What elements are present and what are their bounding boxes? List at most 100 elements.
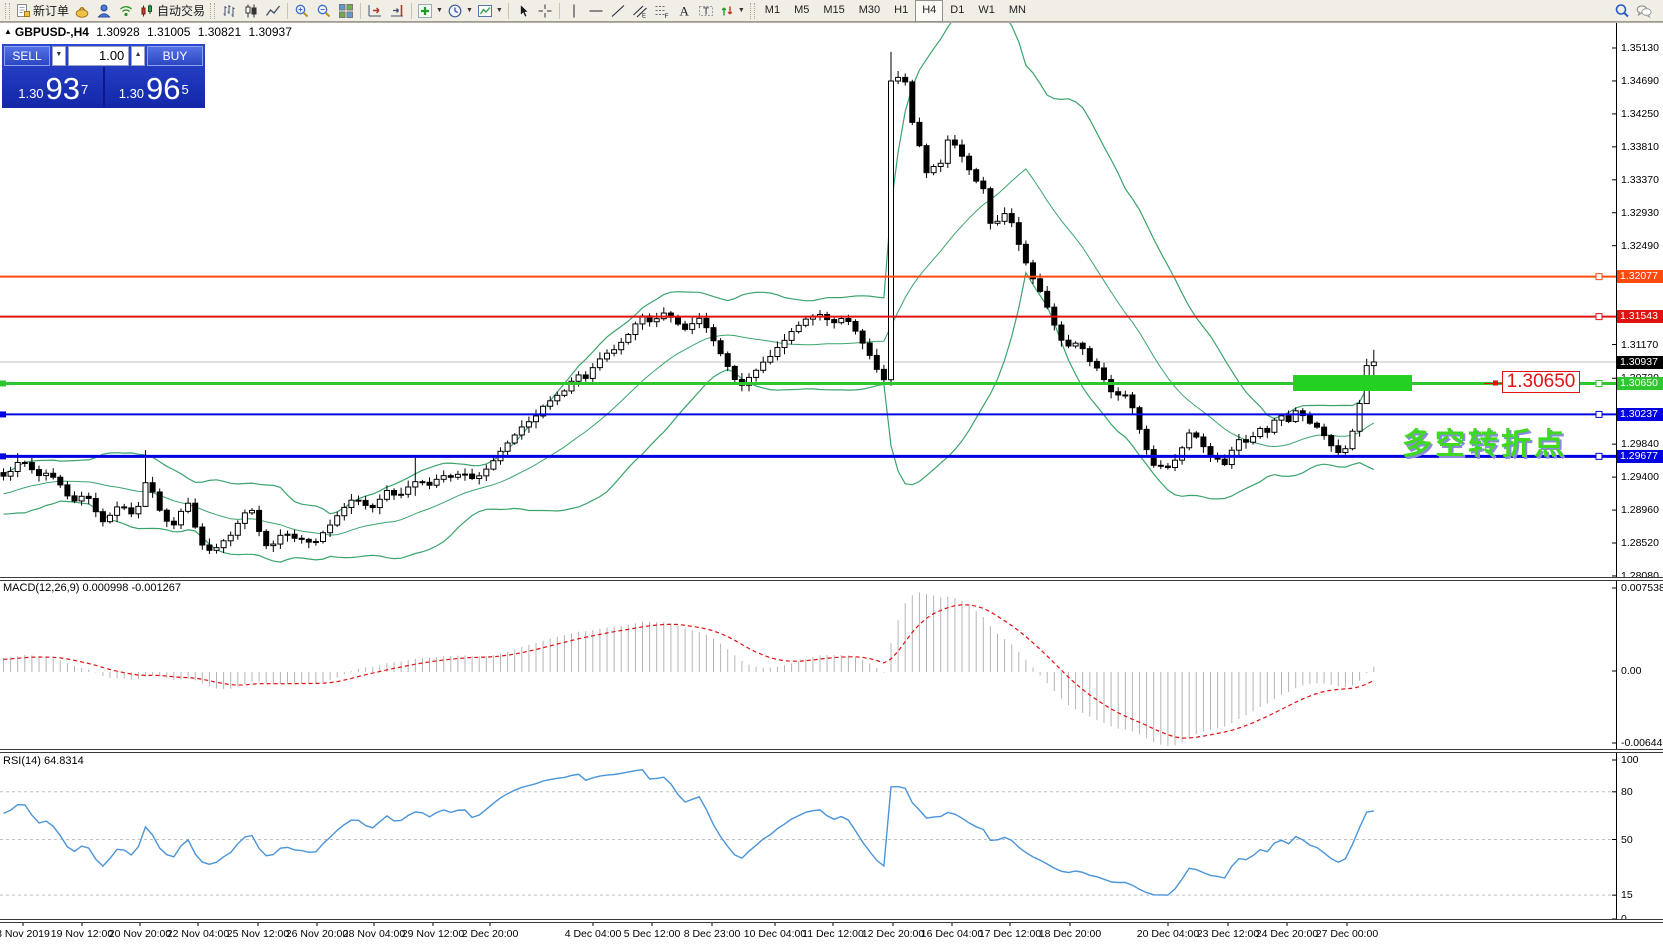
tile-windows-button[interactable]	[335, 1, 357, 21]
autotrading-button[interactable]: 自动交易	[137, 1, 207, 21]
rsi-axis-label: 15	[1621, 889, 1633, 901]
trendline-button[interactable]	[607, 1, 629, 21]
price-tick-label: 1.28520	[1621, 537, 1659, 549]
hline-icon	[588, 3, 604, 19]
chart-text-annotation[interactable]: 多空转折点	[1402, 419, 1567, 463]
new-order-button[interactable]: 新订单	[13, 1, 71, 21]
equidistant-channel-button[interactable]: E	[629, 1, 651, 21]
time-axis-label: 4 Dec 04:00	[565, 928, 622, 940]
time-axis-label: 17 Dec 12:00	[979, 928, 1041, 940]
candlesticks	[1, 52, 1376, 554]
insert-indicator-dropdown-icon[interactable]: ▼	[436, 7, 443, 14]
rsi-value: 64.8314	[44, 755, 84, 767]
candlestick-chart-button[interactable]	[240, 1, 262, 21]
crosshair-button[interactable]	[534, 1, 556, 21]
volume-increase-button[interactable]: ▲	[131, 46, 145, 66]
buy-button[interactable]: BUY	[147, 46, 203, 66]
toolbar-grip	[750, 3, 755, 19]
periods-button[interactable]: ▼	[445, 1, 475, 21]
accounts-button[interactable]	[93, 1, 115, 21]
rsi-line	[4, 770, 1374, 895]
bar-icon	[221, 3, 237, 19]
price-tick-label: 1.29840	[1621, 438, 1659, 450]
auto-scroll-button[interactable]	[364, 1, 386, 21]
ohlc-close: 1.30937	[248, 25, 291, 39]
timeframe-m30-button[interactable]: M30	[852, 0, 887, 22]
zoom-in-button[interactable]	[291, 1, 313, 21]
toolbar-separator	[287, 3, 288, 19]
signals-button[interactable]	[115, 1, 137, 21]
timeframe-m15-button[interactable]: M15	[816, 0, 851, 22]
macd-rsi-separator[interactable]	[0, 749, 1663, 753]
main-toolbar: 新订单 自动交易 ▼ ▼ ▼ EFAT ▼ M1M5M15M30H1H4D1W1MN	[0, 0, 1663, 22]
rsi-axis-label: 80	[1621, 786, 1633, 798]
price-badge-132077: 1.32077	[1617, 270, 1663, 283]
quote-panel-toggle-icon[interactable]: ▲	[4, 27, 12, 36]
cursor-button[interactable]	[512, 1, 534, 21]
timeframe-d1-button[interactable]: D1	[943, 0, 971, 22]
toolbar-separator	[360, 3, 361, 19]
toolbar-separator	[508, 3, 509, 19]
templates-button[interactable]: ▼	[475, 1, 505, 21]
macd-name: MACD(12,26,9)	[3, 582, 79, 594]
time-axis-label: 28 Nov 04:00	[343, 928, 405, 940]
time-axis-label: 22 Nov 04:00	[167, 928, 229, 940]
time-axis-label: 25 Nov 12:00	[227, 928, 289, 940]
sell-button[interactable]: SELL	[4, 46, 50, 66]
text-label-button[interactable]: T	[695, 1, 717, 21]
autotrading-icon	[139, 3, 155, 19]
line-chart-button[interactable]	[262, 1, 284, 21]
price-level-label[interactable]: 1.30650	[1502, 371, 1580, 393]
templates-dropdown-icon[interactable]: ▼	[496, 7, 503, 14]
arrows-dropdown-icon[interactable]: ▼	[738, 7, 745, 14]
volume-input[interactable]: 1.00	[68, 46, 130, 66]
deposit-button[interactable]	[71, 1, 93, 21]
signal-icon	[118, 3, 134, 19]
sell-price[interactable]: 1.30 93 7	[4, 67, 103, 107]
fibonacci-button[interactable]: F	[651, 1, 673, 21]
timeframe-m5-button[interactable]: M5	[787, 0, 816, 22]
search-button[interactable]	[1611, 1, 1633, 21]
periods-dropdown-icon[interactable]: ▼	[466, 7, 473, 14]
horizontal-line-button[interactable]	[585, 1, 607, 21]
template-icon	[477, 3, 493, 19]
highlight-rectangle[interactable]	[1293, 375, 1412, 391]
price-tick-label: 1.34250	[1621, 108, 1659, 120]
arrows-button[interactable]: ▼	[717, 1, 747, 21]
price-badge-129677: 1.29677	[1617, 450, 1663, 463]
time-axis-label: 11 Dec 12:00	[802, 928, 864, 940]
one-click-trading-panel: SELL ▼ 1.00 ▲ BUY 1.30 93 7 1.30 96 5	[2, 44, 205, 108]
ohlc-high: 1.31005	[147, 25, 190, 39]
arrows-icon	[719, 3, 735, 19]
insert-indicator-button[interactable]: ▼	[415, 1, 445, 21]
crosshair-icon	[537, 3, 553, 19]
chart-canvas[interactable]	[0, 0, 1663, 944]
community-button[interactable]	[1633, 1, 1655, 21]
time-axis-label: 8 Nov 2019	[0, 928, 50, 940]
bar-chart-button[interactable]	[218, 1, 240, 21]
timeframe-m1-button[interactable]: M1	[758, 0, 787, 22]
rsi-axis-label: 50	[1621, 834, 1633, 846]
time-axis-label: 5 Dec 12:00	[624, 928, 681, 940]
price-tick-label: 1.28960	[1621, 504, 1659, 516]
rsi-timeaxis-separator[interactable]	[0, 919, 1663, 923]
sell-price-sup: 7	[81, 84, 88, 96]
time-axis-label: 18 Dec 20:00	[1039, 928, 1101, 940]
text-button[interactable]: A	[673, 1, 695, 21]
buy-price[interactable]: 1.30 96 5	[105, 67, 204, 107]
chart-shift-button[interactable]	[386, 1, 408, 21]
svg-text:A: A	[679, 3, 689, 18]
timeframe-h4-button[interactable]: H4	[915, 0, 943, 22]
trendline-icon	[610, 3, 626, 19]
vertical-line-button[interactable]	[563, 1, 585, 21]
timeframe-h1-button[interactable]: H1	[887, 0, 915, 22]
time-axis-label: 12 Dec 20:00	[862, 928, 924, 940]
zoom-out-button[interactable]	[313, 1, 335, 21]
zoomin-icon	[294, 3, 310, 19]
time-axis-label: 20 Nov 20:00	[109, 928, 171, 940]
timeframe-w1-button[interactable]: W1	[971, 0, 1002, 22]
label-icon: T	[698, 3, 714, 19]
main-macd-separator[interactable]	[0, 577, 1663, 581]
timeframe-mn-button[interactable]: MN	[1002, 0, 1033, 22]
volume-decrease-button[interactable]: ▼	[52, 46, 66, 66]
